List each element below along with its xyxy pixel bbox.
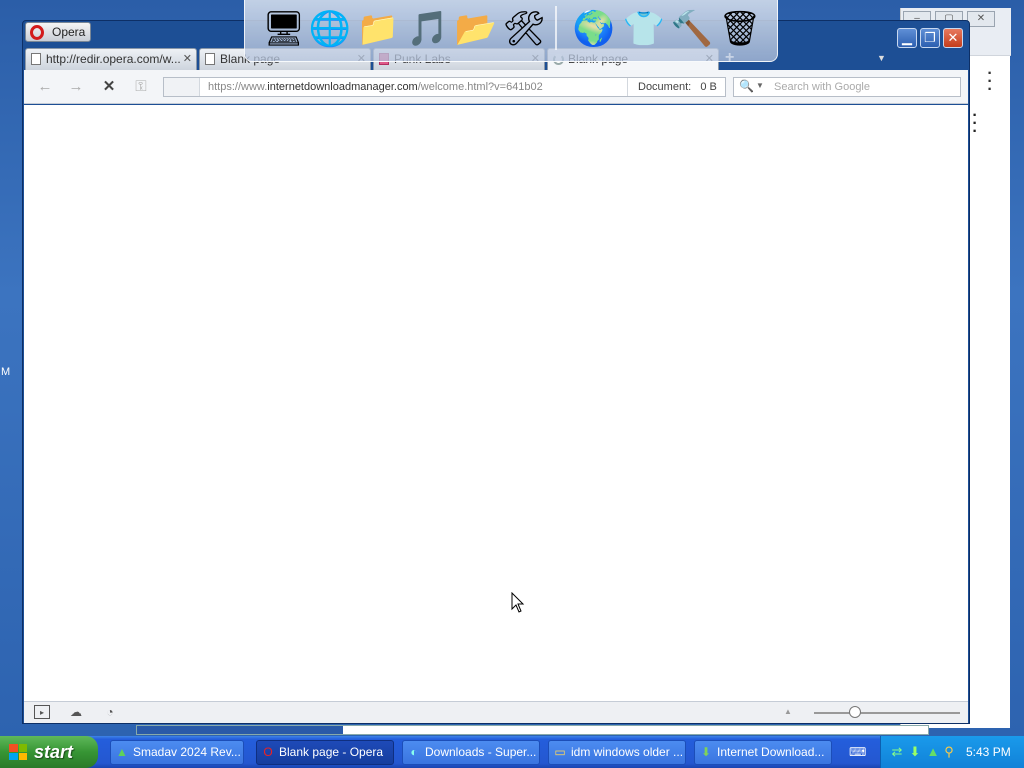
progress-strip-fill	[137, 726, 343, 734]
keyboard-icon[interactable]: ⌨	[849, 745, 866, 759]
dock-separator	[555, 6, 557, 50]
speedometer-icon[interactable]: ◔	[102, 705, 118, 719]
opera-browser-window: Opera ▁ ❐ ✕ http://redir.opera.com/w... …	[22, 20, 970, 724]
minimize-icon: ▁	[902, 30, 912, 45]
tab-redir-opera[interactable]: http://redir.opera.com/w... ✕	[25, 48, 197, 70]
idm-icon: ⬇	[700, 745, 712, 759]
hammer-icon[interactable]: 🔨	[669, 6, 715, 52]
taskbar-item-idm-folder[interactable]: ▭ idm windows older ...	[548, 740, 686, 765]
network-globe-icon[interactable]: 🌍	[571, 6, 617, 52]
taskbar-item-smadav[interactable]: ▲ Smadav 2024 Rev...	[110, 740, 244, 765]
opera-icon: O	[263, 745, 273, 759]
zoom-slider[interactable]	[814, 712, 960, 714]
task-label: Downloads - Super...	[425, 745, 537, 759]
close-button[interactable]: ✕	[943, 28, 963, 48]
url-prefix: https://www.	[208, 81, 268, 93]
browser-icon: ◐	[410, 745, 418, 759]
page-content-area[interactable]	[24, 105, 968, 701]
windows-logo-icon	[9, 744, 27, 760]
zoom-slider-handle[interactable]	[849, 706, 862, 718]
close-icon[interactable]: ✕	[967, 11, 995, 27]
url-domain: internetdownloadmanager.com	[267, 81, 418, 93]
task-label: Internet Download...	[717, 745, 825, 759]
cloud-icon[interactable]: ☁	[68, 705, 84, 719]
maximize-icon: ❐	[924, 30, 936, 45]
navigation-toolbar: ← → ✕ ⚿ https://www.internetdownloadmana…	[24, 70, 968, 104]
panel-toggle-icon[interactable]: ▸	[34, 705, 50, 719]
opera-menu-button[interactable]: Opera	[25, 22, 91, 42]
search-placeholder: Search with Google	[774, 81, 870, 93]
search-field[interactable]: 🔍 ▼ Search with Google	[733, 77, 961, 97]
document-size-info: Document: 0 B	[627, 78, 726, 96]
document-size: 0 B	[700, 81, 717, 93]
folder-icon: ▭	[554, 745, 566, 759]
mouse-cursor-icon	[511, 592, 525, 613]
network-icon[interactable]: ⇄	[889, 744, 905, 760]
tab-label: http://redir.opera.com/w...	[46, 52, 181, 66]
globe-icon[interactable]: 🌐	[307, 6, 353, 52]
close-tab-icon[interactable]: ✕	[183, 49, 192, 69]
search-engine-dropdown-icon[interactable]: ▼	[756, 81, 764, 90]
more-options-icon[interactable]: · · ·	[985, 66, 995, 98]
page-icon	[31, 53, 41, 65]
progress-strip	[136, 725, 929, 735]
music-folder-icon[interactable]: 🎵	[405, 6, 451, 52]
search-icon: 🔍	[739, 79, 754, 93]
start-label: start	[34, 742, 74, 762]
status-bar: ▸ ☁ ◔ ▲	[24, 701, 968, 723]
smadav-tray-icon[interactable]: ▲	[925, 744, 941, 760]
taskbar-item-internet-download-manager[interactable]: ⬇ Internet Download...	[694, 740, 832, 765]
forward-arrow-icon[interactable]: →	[65, 78, 87, 96]
task-label: idm windows older ...	[571, 745, 684, 759]
dock-bar: 🖥 🌐 📁 🎵 📂 🛠 🌍 👕 🔨 🗑	[244, 0, 778, 62]
document-label: Document:	[638, 81, 692, 93]
maximize-button[interactable]: ❐	[920, 28, 940, 48]
stop-loading-icon[interactable]: ✕	[98, 78, 120, 96]
url-path: /welcome.html?v=641b02	[417, 81, 543, 93]
desktop-edge-text: M	[1, 366, 11, 378]
recycle-bin-icon[interactable]: 🗑	[717, 6, 763, 52]
tabs-menu-arrow-icon[interactable]: ▼	[877, 53, 886, 63]
tshirt-icon[interactable]: 👕	[621, 6, 667, 52]
minimize-button[interactable]: ▁	[897, 28, 917, 48]
task-label: Blank page - Opera	[279, 745, 384, 759]
smadav-icon: ▲	[116, 745, 128, 759]
idm-tray-icon[interactable]: ⬇	[907, 744, 923, 760]
tools-icon[interactable]: 🛠	[501, 6, 547, 52]
security-badge[interactable]	[164, 78, 200, 96]
document-viewer-icon[interactable]: 🖥	[261, 6, 307, 52]
pictures-folder-icon[interactable]: 📂	[453, 6, 499, 52]
start-button[interactable]: start	[0, 736, 98, 768]
taskbar-item-downloads[interactable]: ◐ Downloads - Super...	[402, 740, 540, 765]
taskbar: start ▲ Smadav 2024 Rev... O Blank page …	[0, 736, 1024, 768]
opera-logo-icon	[30, 25, 44, 40]
documents-folder-icon[interactable]: 📁	[355, 6, 401, 52]
more-options-icon[interactable]: · · ·	[970, 108, 980, 140]
search-tray-icon[interactable]: ⚲	[941, 744, 957, 760]
opera-menu-label: Opera	[52, 25, 86, 39]
address-url[interactable]: https://www.internetdownloadmanager.com/…	[208, 78, 543, 96]
zoom-up-icon[interactable]: ▲	[784, 707, 792, 716]
close-icon: ✕	[947, 30, 959, 45]
address-bar[interactable]: https://www.internetdownloadmanager.com/…	[163, 77, 726, 97]
page-icon	[205, 53, 215, 65]
taskbar-item-opera[interactable]: O Blank page - Opera	[256, 740, 394, 765]
key-icon[interactable]: ⚿	[130, 78, 152, 96]
taskbar-clock: 5:43 PM	[966, 745, 1011, 759]
back-arrow-icon[interactable]: ←	[34, 78, 56, 96]
task-label: Smadav 2024 Rev...	[133, 745, 241, 759]
